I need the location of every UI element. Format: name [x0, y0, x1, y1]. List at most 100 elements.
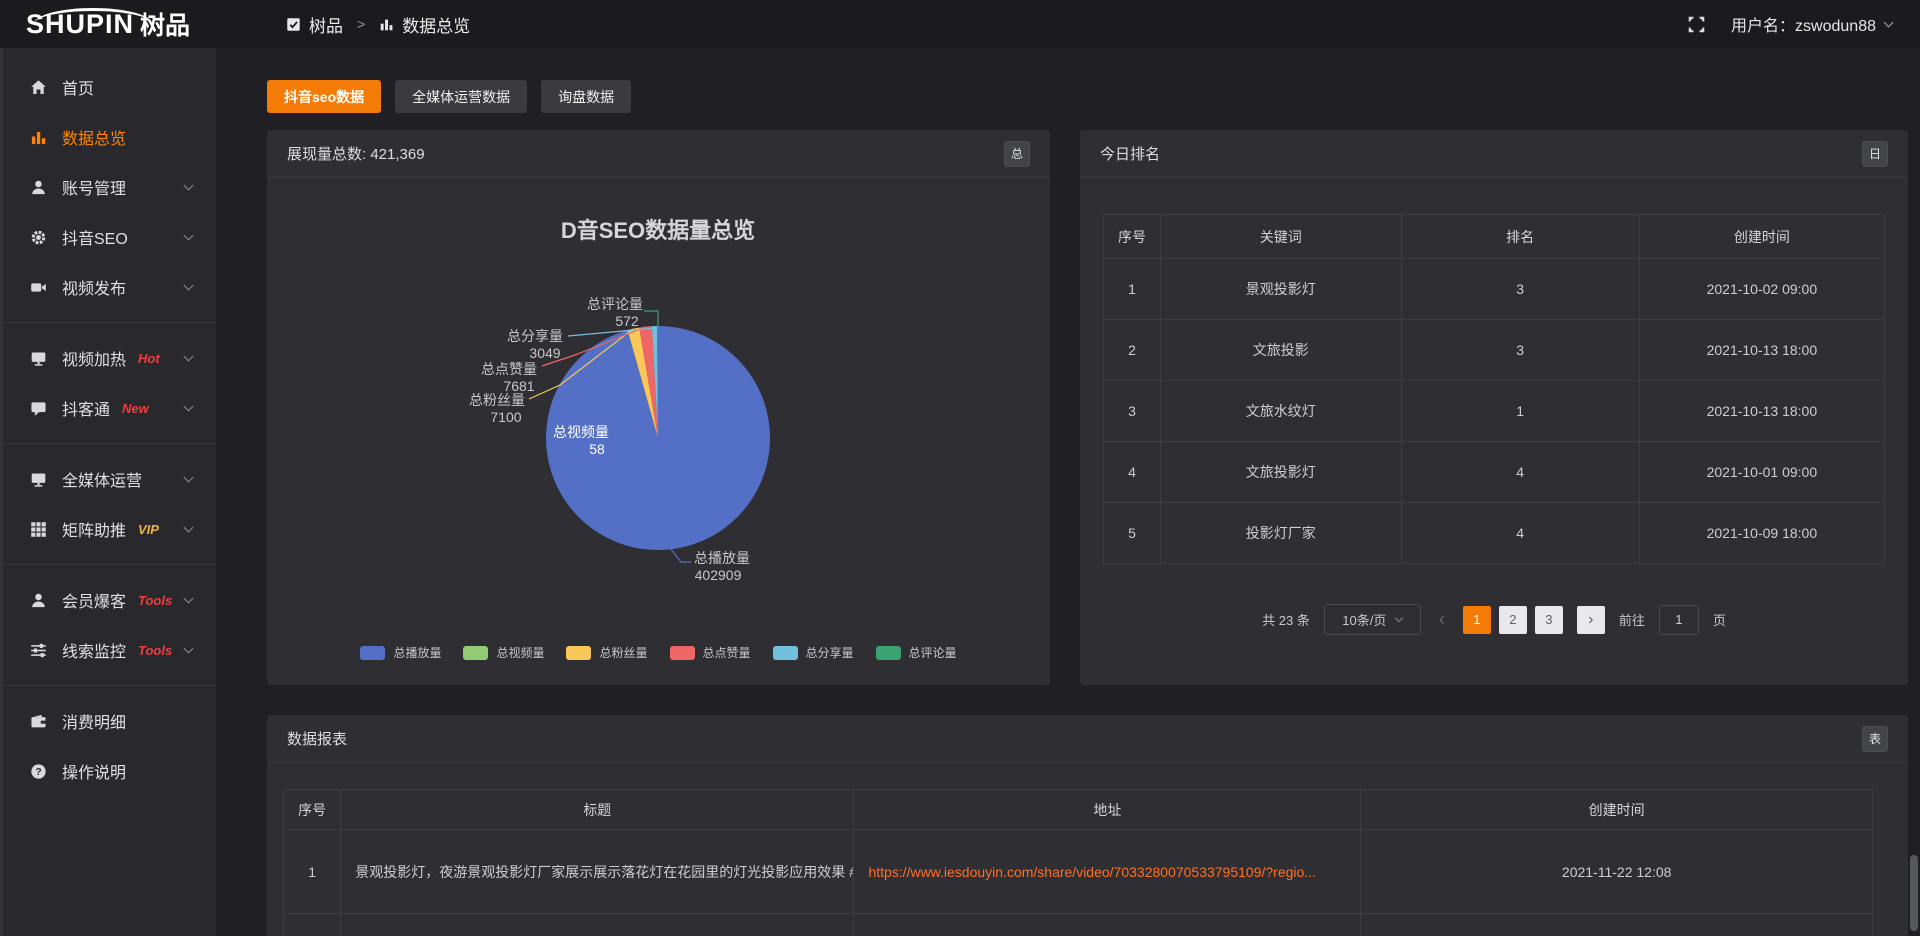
chevron-down-icon [184, 180, 194, 190]
pie-label-fans-value: 7100 [490, 409, 521, 425]
report-link[interactable]: https://www.iesdouyin.com/share/video/70… [868, 864, 1316, 880]
sidebar-item-badge: Hot [138, 351, 160, 366]
pie-label-video-name: 总视频量 [553, 424, 609, 440]
table-row[interactable]: 4文旅投影灯42021-10-01 09:00 [1104, 442, 1885, 503]
pie-label-comment-name: 总评论量 [587, 296, 643, 312]
sidebar-item-label: 首页 [62, 75, 94, 99]
legend-item[interactable]: 总播放量 [360, 644, 441, 661]
chevron-down-icon [1395, 613, 1403, 621]
table-row[interactable]: 2文旅投影32021-10-13 18:00 [1104, 320, 1885, 381]
sidebar-item-monitor[interactable]: 视频加热Hot [3, 333, 216, 383]
sliders-icon [30, 642, 47, 659]
page-button-1[interactable]: 1 [1463, 606, 1491, 634]
app-logo: SHUPIN 树品 [0, 6, 216, 42]
sidebar-item-bar-chart[interactable]: 数据总览 [3, 112, 216, 162]
sidebar-item-sliders[interactable]: 线索监控Tools [3, 625, 216, 675]
chat-icon [30, 400, 47, 417]
tab-2[interactable]: 询盘数据 [541, 80, 631, 113]
gear-icon [30, 229, 47, 246]
user-menu[interactable]: 用户名：zswodun88 [1731, 12, 1892, 36]
tab-0[interactable]: 抖音seo数据 [267, 80, 381, 113]
sidebar-item-monitor[interactable]: 全媒体运营 [3, 454, 216, 504]
overview-badge-button[interactable]: 总 [1004, 141, 1030, 167]
pie-label-comment-value: 572 [615, 313, 639, 329]
page-scrollbar-thumb[interactable] [1910, 855, 1918, 931]
table-row[interactable]: 5投影灯厂家42021-10-09 18:00 [1104, 503, 1885, 564]
sidebar-item-label: 操作说明 [62, 759, 126, 783]
chevron-down-icon [184, 401, 194, 411]
label-line-play [670, 548, 691, 562]
legend-item[interactable]: 总视频量 [463, 644, 544, 661]
sidebar-item-video[interactable]: 视频发布 [3, 262, 216, 312]
sidebar-item-grid[interactable]: 矩阵助推VIP [3, 504, 216, 554]
sidebar-item-gear[interactable]: 抖音SEO [3, 212, 216, 262]
table-row[interactable]: 1景观投影灯32021-10-02 09:00 [1104, 259, 1885, 320]
chart-title: D音SEO数据量总览 [561, 218, 755, 243]
pagination: 共 23 条 10条/页 ‹ 123 › 前往 1 页 [1080, 604, 1908, 635]
pie-label-like-name: 总点赞量 [481, 361, 537, 377]
sidebar-item-label: 抖客通 [62, 396, 110, 420]
chart-legend: 总播放量 总视频量 总粉丝量 总点赞量 总分享量 总评论量 [267, 644, 1050, 661]
legend-swatch [876, 646, 901, 660]
goto-page-input[interactable]: 1 [1659, 605, 1699, 635]
sidebar-item-label: 全媒体运营 [62, 467, 142, 491]
chevron-down-icon [184, 351, 194, 361]
pie-label-video-value: 58 [589, 441, 605, 457]
pie-label-fans-name: 总粉丝量 [469, 392, 525, 408]
sidebar-divider [3, 564, 216, 565]
legend-swatch [773, 646, 798, 660]
sidebar-item-label: 线索监控 [62, 638, 126, 662]
breadcrumb-root[interactable]: 树品 [309, 12, 343, 37]
legend-item[interactable]: 总粉丝量 [566, 644, 647, 661]
sidebar-item-question[interactable]: ? 操作说明 [3, 746, 216, 796]
legend-item[interactable]: 总点赞量 [670, 644, 751, 661]
monitor-icon [30, 350, 47, 367]
legend-label: 总粉丝量 [599, 644, 647, 661]
report-table-header: 序号标题地址创建时间 [284, 790, 1873, 830]
page-button-2[interactable]: 2 [1499, 606, 1527, 634]
prev-page-button[interactable]: ‹ [1435, 609, 1449, 630]
sidebar-item-wallet[interactable]: 消费明细 [3, 696, 216, 746]
question-icon: ? [30, 763, 47, 780]
pie-label-play-name: 总播放量 [694, 550, 750, 566]
legend-label: 总播放量 [393, 644, 441, 661]
sidebar-item-chat[interactable]: 抖客通New [3, 383, 216, 433]
username-label: 用户名：zswodun88 [1731, 12, 1876, 36]
column-header: 创建时间 [1639, 215, 1884, 259]
sidebar-item-user[interactable]: 会员爆客Tools [3, 575, 216, 625]
table-row[interactable]: 3文旅水纹灯12021-10-13 18:00 [1104, 381, 1885, 442]
column-header: 创建时间 [1361, 790, 1873, 830]
wallet-icon [30, 713, 47, 730]
report-badge-button[interactable]: 表 [1862, 726, 1888, 752]
rank-badge-button[interactable]: 日 [1862, 141, 1888, 167]
goto-label: 前往 [1619, 610, 1645, 629]
legend-label: 总评论量 [909, 644, 957, 661]
legend-item[interactable]: 总评论量 [876, 644, 957, 661]
logo-text-cn: 树品 [140, 6, 190, 42]
shupin-box-icon [286, 17, 301, 32]
data-tabs: 抖音seo数据全媒体运营数据询盘数据 [267, 80, 1908, 113]
next-page-button[interactable]: › [1577, 606, 1605, 634]
sidebar-item-label: 视频发布 [62, 275, 126, 299]
tab-1[interactable]: 全媒体运营数据 [395, 80, 527, 113]
legend-item[interactable]: 总分享量 [773, 644, 854, 661]
sidebar-item-user[interactable]: 账号管理 [3, 162, 216, 212]
user-icon [30, 179, 47, 196]
overview-panel-title: 展现量总数: 421,369 [287, 143, 425, 164]
sidebar-item-home[interactable]: 首页 [3, 62, 216, 112]
bar-chart-icon [30, 129, 47, 146]
chevron-down-icon [184, 280, 194, 290]
goto-unit: 页 [1713, 610, 1726, 629]
report-panel: 数据报表 表 序号标题地址创建时间 1景观投影灯，夜游景观投影灯厂家展示展示落花… [267, 715, 1908, 936]
rank-table-header: 序号关键词排名创建时间 [1104, 215, 1885, 259]
sidebar-item-badge: Tools [138, 593, 172, 608]
page-button-3[interactable]: 3 [1535, 606, 1563, 634]
column-header: 序号 [284, 790, 341, 830]
column-header: 序号 [1104, 215, 1161, 259]
sidebar-item-label: 矩阵助推 [62, 517, 126, 541]
sidebar-divider [3, 685, 216, 686]
fullscreen-icon[interactable] [1688, 16, 1705, 33]
column-header: 标题 [341, 790, 854, 830]
sidebar-item-label: 数据总览 [62, 125, 126, 149]
per-page-select[interactable]: 10条/页 [1324, 604, 1421, 635]
